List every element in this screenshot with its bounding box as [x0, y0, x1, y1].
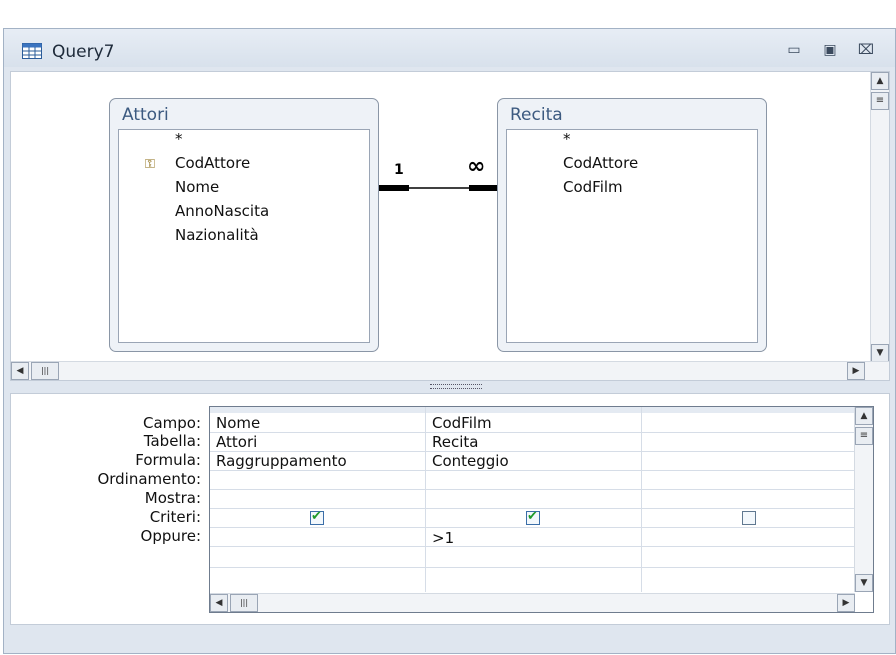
row-label-formula: Formula:	[135, 451, 201, 469]
query-datasheet-icon	[22, 43, 42, 59]
table-attori[interactable]: Attori * ⚿ CodAttore Nome AnnoNascita Na…	[109, 98, 379, 352]
restore-icon: ▣	[823, 42, 837, 58]
query-design-grid-pane: Campo: Tabella: Formula: Ordinamento: Mo…	[10, 393, 890, 625]
row-label-tabella: Tabella:	[143, 432, 201, 450]
restore-button[interactable]: ▣	[819, 41, 841, 59]
scroll-down-icon[interactable]: ▼	[871, 344, 889, 362]
table-design-pane: Attori * ⚿ CodAttore Nome AnnoNascita Na…	[10, 71, 890, 381]
scroll-thumb[interactable]: |||	[230, 594, 258, 612]
cell-campo-col2[interactable]: CodFilm	[432, 414, 492, 432]
cell-formula-col2[interactable]: Conteggio	[432, 452, 509, 470]
row-label-criteri: Criteri:	[149, 508, 201, 526]
cell-campo-col1[interactable]: Nome	[216, 414, 260, 432]
minimize-button[interactable]: ▭	[783, 41, 805, 59]
row-divider	[210, 489, 855, 490]
cell-formula-col1[interactable]: Raggruppamento	[216, 452, 347, 470]
row-divider	[210, 470, 855, 471]
table-recita-title: Recita	[510, 105, 563, 125]
scroll-thumb[interactable]: ≡	[855, 427, 873, 445]
grid-horizontal-scrollbar[interactable]: ◀ ||| ▶	[210, 593, 855, 612]
cell-tabella-col2[interactable]: Recita	[432, 433, 478, 451]
row-divider	[210, 432, 855, 433]
field-recita-codfilm[interactable]: CodFilm	[563, 178, 623, 196]
row-label-oppure: Oppure:	[140, 527, 201, 545]
row-divider	[210, 527, 855, 528]
relationship-many-label: ∞	[467, 154, 486, 179]
scroll-left-icon[interactable]: ◀	[210, 594, 228, 612]
query-grid[interactable]: Nome CodFilm Attori Recita Raggruppament…	[209, 406, 874, 613]
query-window: Query7 ▭ ▣ ⌧ Attori * ⚿ CodAttore Nome A…	[3, 28, 896, 654]
window-title: Query7	[52, 42, 115, 62]
primary-key-icon: ⚿	[145, 157, 155, 172]
scroll-up-icon[interactable]: ▲	[855, 407, 873, 425]
scroll-left-icon[interactable]: ◀	[11, 362, 29, 380]
mostra-checkbox-col3[interactable]	[742, 511, 756, 525]
scroll-down-icon[interactable]: ▼	[855, 574, 873, 592]
row-label-mostra: Mostra:	[144, 489, 201, 507]
table-recita[interactable]: Recita * CodAttore CodFilm	[497, 98, 767, 352]
pane-splitter[interactable]	[10, 381, 890, 393]
field-attori-codattore[interactable]: CodAttore	[175, 154, 250, 172]
field-attori-annonascita[interactable]: AnnoNascita	[175, 202, 269, 220]
close-button[interactable]: ⌧	[855, 41, 877, 59]
splitter-grip[interactable]	[430, 384, 482, 389]
mostra-checkbox-col1[interactable]	[310, 509, 324, 525]
mostra-checkbox-col2[interactable]	[526, 509, 540, 525]
scroll-thumb[interactable]: ≡	[871, 92, 889, 110]
field-attori-nome[interactable]: Nome	[175, 178, 219, 196]
scroll-right-icon[interactable]: ▶	[837, 594, 855, 612]
field-attori-nazionalita[interactable]: Nazionalità	[175, 226, 259, 244]
table-recita-fields: * CodAttore CodFilm	[506, 129, 758, 343]
row-label-ordinamento: Ordinamento:	[97, 470, 201, 488]
column-divider	[425, 407, 426, 592]
close-icon: ⌧	[857, 42, 875, 58]
upper-horizontal-scrollbar[interactable]: ◀ ||| ▶	[11, 361, 889, 380]
cell-tabella-col1[interactable]: Attori	[216, 433, 257, 451]
title-bar[interactable]: Query7 ▭ ▣ ⌧	[4, 29, 895, 67]
row-label-campo: Campo:	[142, 414, 201, 432]
grid-vertical-scrollbar[interactable]: ▲ ≡ ▼	[854, 407, 873, 592]
column-divider	[641, 407, 642, 592]
column-selector-bar[interactable]	[210, 407, 855, 413]
scroll-right-icon[interactable]: ▶	[847, 362, 865, 380]
relationship-one-label: 1	[394, 162, 404, 178]
field-attori-star[interactable]: *	[175, 130, 183, 148]
scroll-thumb[interactable]: |||	[31, 362, 59, 380]
scroll-up-icon[interactable]: ▲	[871, 72, 889, 90]
field-recita-star[interactable]: *	[563, 130, 571, 148]
row-divider	[210, 546, 855, 547]
field-recita-codattore[interactable]: CodAttore	[563, 154, 638, 172]
upper-vertical-scrollbar[interactable]: ▲ ≡ ▼	[870, 72, 889, 362]
table-attori-title: Attori	[122, 105, 169, 125]
cell-criteri-col2[interactable]: >1	[432, 529, 454, 547]
table-attori-fields: * ⚿ CodAttore Nome AnnoNascita Nazionali…	[118, 129, 370, 343]
row-divider	[210, 567, 855, 568]
minimize-icon: ▭	[787, 42, 801, 58]
